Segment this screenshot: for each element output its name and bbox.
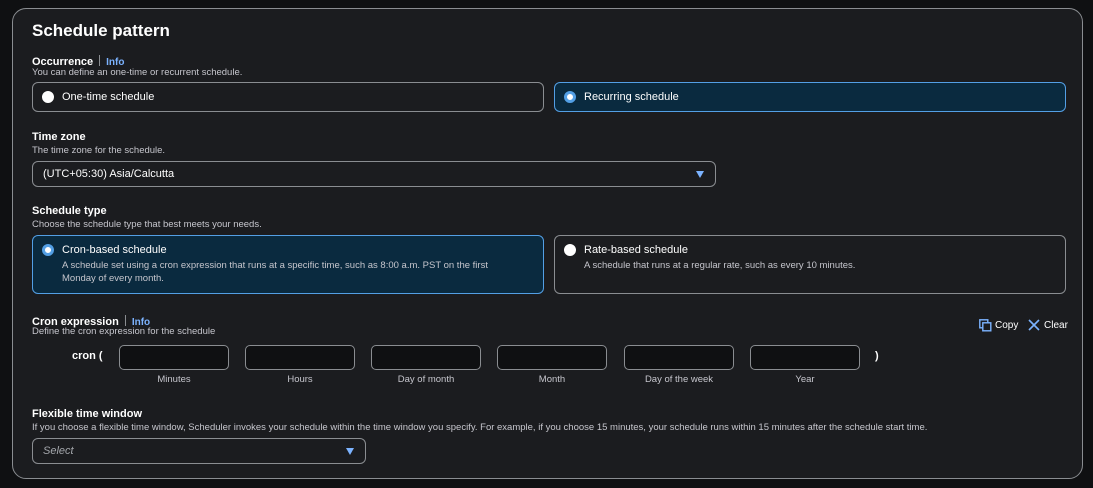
copy-button[interactable]: Copy	[979, 319, 1018, 332]
cron-minutes-caption: Minutes	[157, 374, 191, 385]
cron-based-schedule-label: Cron-based schedule	[62, 244, 167, 256]
schedule-type-description: Choose the schedule type that best meets…	[32, 219, 262, 230]
clear-label: Clear	[1044, 319, 1068, 331]
cron-based-schedule-option[interactable]: Cron-based schedule A schedule set using…	[32, 235, 544, 294]
recurring-schedule-label: Recurring schedule	[584, 91, 679, 103]
panel-title: Schedule pattern	[32, 21, 170, 40]
flexible-window-label: Flexible time window	[32, 408, 143, 420]
cron-based-radio[interactable]	[42, 244, 54, 256]
cron-year-caption: Year	[795, 374, 815, 385]
flexible-window-placeholder: Select	[43, 445, 74, 457]
divider	[99, 55, 101, 66]
rate-based-radio[interactable]	[564, 244, 576, 256]
cron-month-input[interactable]	[497, 345, 607, 370]
clear-button[interactable]: Clear	[1028, 319, 1068, 331]
caret-down-icon	[696, 171, 704, 178]
copy-label: Copy	[995, 320, 1019, 331]
cron-based-schedule-description: A schedule set using a cron expression t…	[62, 260, 488, 284]
cron-day-of-month-input[interactable]	[371, 345, 481, 370]
cron-year-input[interactable]	[750, 345, 860, 370]
cron-day-of-week-input[interactable]	[624, 345, 734, 370]
rate-based-schedule-label: Rate-based schedule	[584, 244, 688, 256]
flexible-window-select[interactable]: Select	[32, 438, 366, 464]
cron-hours-caption: Hours	[287, 374, 313, 385]
timezone-select[interactable]: (UTC+05:30) Asia/Calcutta	[32, 161, 716, 187]
rate-based-schedule-option[interactable]: Rate-based schedule A schedule that runs…	[554, 235, 1066, 294]
schedule-pattern-panel: Schedule pattern Occurrence Info You can …	[12, 8, 1083, 479]
cron-expression-description: Define the cron expression for the sched…	[32, 326, 216, 337]
timezone-label: Time zone	[32, 131, 86, 143]
recurring-schedule-option[interactable]: Recurring schedule	[554, 82, 1066, 112]
cron-open-label: cron (	[72, 350, 103, 362]
cron-close-label: )	[875, 350, 879, 362]
cron-month-caption: Month	[538, 374, 566, 385]
copy-icon	[979, 319, 992, 332]
cron-day-of-month-caption: Day of month	[397, 374, 455, 385]
cron-minutes-input[interactable]	[119, 345, 229, 370]
one-time-radio[interactable]	[42, 91, 54, 103]
divider	[124, 315, 126, 326]
timezone-description: The time zone for the schedule.	[32, 145, 166, 156]
recurring-radio[interactable]	[564, 91, 576, 103]
close-icon	[1028, 319, 1040, 331]
cron-day-of-week-caption: Day of the week	[644, 374, 714, 385]
one-time-schedule-label: One-time schedule	[62, 91, 155, 103]
schedule-type-label: Schedule type	[32, 205, 107, 217]
timezone-value: (UTC+05:30) Asia/Calcutta	[43, 168, 175, 180]
flexible-window-description: If you choose a flexible time window, Sc…	[32, 422, 928, 433]
rate-based-schedule-description: A schedule that runs at a regular rate, …	[584, 260, 856, 271]
cron-hours-input[interactable]	[245, 345, 355, 370]
occurrence-description: You can define an one-time or recurrent …	[32, 67, 243, 78]
caret-down-icon	[346, 448, 354, 455]
one-time-schedule-option[interactable]: One-time schedule	[32, 82, 544, 112]
